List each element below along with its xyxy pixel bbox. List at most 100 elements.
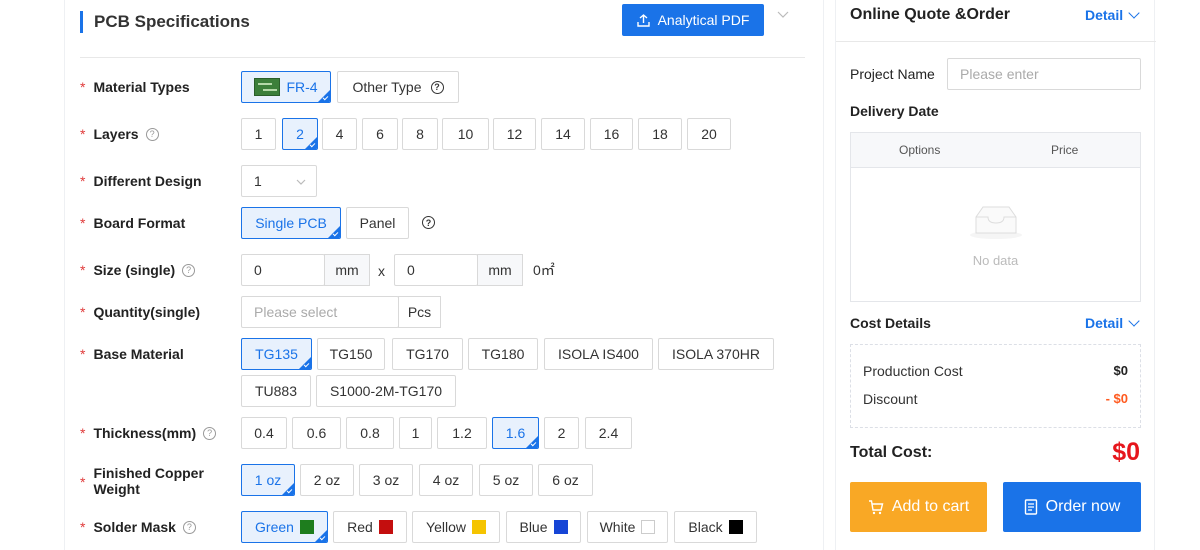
- base-option-isola-is400[interactable]: ISOLA IS400: [544, 338, 653, 370]
- layer-option-6[interactable]: 6: [362, 118, 398, 150]
- thickness-option-2-4[interactable]: 2.4: [585, 417, 632, 449]
- thickness-option-1-2[interactable]: 1.2: [437, 417, 487, 449]
- copper-option-6oz[interactable]: 6 oz: [538, 464, 593, 496]
- layer-option-18[interactable]: 18: [638, 118, 682, 150]
- design-label: * Different Design: [80, 173, 202, 189]
- base-option-tg180[interactable]: TG180: [468, 338, 538, 370]
- copper-option-2oz[interactable]: 2 oz: [300, 464, 354, 496]
- mask-option-blue[interactable]: Blue: [506, 511, 581, 543]
- thickness-label: * Thickness(mm)?: [80, 425, 217, 441]
- chevron-down-icon: [1128, 315, 1140, 327]
- thickness-option-2[interactable]: 2: [544, 417, 579, 449]
- mask-option-yellow[interactable]: Yellow: [412, 511, 500, 543]
- help-icon[interactable]: ?: [182, 263, 196, 277]
- total-cost-label: Total Cost:: [850, 444, 933, 461]
- copper-option-5oz[interactable]: 5 oz: [479, 464, 533, 496]
- size-separator: x: [378, 263, 385, 279]
- base-material-label: * Base Material: [80, 346, 184, 362]
- mask-option-label: Black: [688, 519, 723, 535]
- project-name-input[interactable]: Please enter: [947, 58, 1141, 90]
- table-header: Options Price: [851, 133, 1140, 168]
- layer-option-20[interactable]: 20: [687, 118, 731, 150]
- mask-option-black[interactable]: Black: [674, 511, 757, 543]
- quantity-select[interactable]: Please select: [241, 296, 399, 328]
- solder-mask-label: * Solder Mask?: [80, 519, 196, 535]
- layer-option-16[interactable]: 16: [590, 118, 633, 150]
- base-option-tg150[interactable]: TG150: [317, 338, 385, 370]
- base-option-isola-370hr[interactable]: ISOLA 370HR: [658, 338, 774, 370]
- order-now-label: Order now: [1045, 498, 1121, 515]
- help-icon[interactable]: ?: [145, 127, 159, 141]
- size-label: * Size (single)?: [80, 262, 196, 278]
- design-select[interactable]: 1: [241, 165, 317, 197]
- thickness-option-1-6[interactable]: 1.6: [492, 417, 539, 449]
- order-now-button[interactable]: Order now: [1003, 482, 1141, 532]
- analytical-pdf-button[interactable]: Analytical PDF: [622, 4, 764, 36]
- mask-option-green[interactable]: Green: [241, 511, 328, 543]
- layer-option-10[interactable]: 10: [442, 118, 489, 150]
- thickness-option-0-8[interactable]: 0.8: [346, 417, 394, 449]
- thickness-option-1[interactable]: 1: [399, 417, 432, 449]
- material-label: * Material Types: [80, 79, 190, 95]
- copper-option-4oz[interactable]: 4 oz: [419, 464, 473, 496]
- title-accent-bar: [80, 11, 83, 33]
- layers-label: * Layers?: [80, 126, 159, 142]
- page-title: PCB Specifications: [94, 12, 250, 31]
- format-option-single[interactable]: Single PCB: [241, 207, 341, 239]
- production-cost-label: Production Cost: [863, 363, 963, 379]
- upload-icon: [636, 13, 650, 27]
- layer-option-14[interactable]: 14: [541, 118, 585, 150]
- discount-row: Discount - $0: [863, 391, 1128, 407]
- mask-option-red[interactable]: Red: [333, 511, 407, 543]
- chevron-down-icon[interactable]: [776, 8, 790, 22]
- base-option-tg170[interactable]: TG170: [392, 338, 463, 370]
- material-option-fr4[interactable]: FR-4: [241, 71, 331, 103]
- thickness-option-0-4[interactable]: 0.4: [241, 417, 287, 449]
- layer-option-12[interactable]: 12: [493, 118, 536, 150]
- copper-option-3oz[interactable]: 3 oz: [359, 464, 413, 496]
- project-name-label: Project Name: [850, 66, 935, 82]
- mask-option-label: Yellow: [426, 519, 466, 535]
- format-label: * Board Format: [80, 215, 186, 231]
- copper-option-1oz[interactable]: 1 oz: [241, 464, 295, 496]
- base-option-tg135[interactable]: TG135: [241, 338, 312, 370]
- size-width-unit: mm: [324, 254, 370, 286]
- layer-option-2[interactable]: 2: [282, 118, 318, 150]
- delivery-date-label: Delivery Date: [850, 103, 939, 119]
- material-option-other[interactable]: Other Type ?: [337, 71, 459, 103]
- discount-label: Discount: [863, 391, 918, 407]
- mask-option-white[interactable]: White: [587, 511, 668, 543]
- size-width-input[interactable]: 0: [241, 254, 325, 286]
- mask-option-label: White: [599, 519, 636, 535]
- color-swatch: [378, 520, 393, 534]
- base-option-s1000[interactable]: S1000-2M-TG170: [316, 375, 456, 407]
- help-icon[interactable]: ?: [203, 426, 217, 440]
- col-options: Options: [899, 143, 941, 157]
- format-option-panel[interactable]: Panel: [346, 207, 409, 239]
- thickness-option-0-6[interactable]: 0.6: [292, 417, 341, 449]
- quote-panel: Online Quote &Order Detail Project Name …: [835, 0, 1156, 550]
- chevron-down-icon: [296, 179, 306, 185]
- cost-detail-link[interactable]: Detail: [1085, 315, 1140, 331]
- color-swatch: [299, 520, 314, 534]
- add-to-cart-button[interactable]: Add to cart: [850, 482, 987, 532]
- mask-option-label: Green: [255, 519, 294, 535]
- detail-label: Detail: [1085, 7, 1124, 23]
- quote-title: Online Quote &Order: [850, 6, 1011, 23]
- size-height-input[interactable]: 0: [394, 254, 478, 286]
- layer-option-1[interactable]: 1: [241, 118, 276, 150]
- no-data-text: No data: [972, 253, 1019, 268]
- layer-option-8[interactable]: 8: [402, 118, 438, 150]
- layer-option-4[interactable]: 4: [322, 118, 357, 150]
- cost-breakdown: Production Cost $0 Discount - $0: [850, 344, 1141, 428]
- help-icon[interactable]: ?: [422, 216, 435, 229]
- design-value: 1: [254, 173, 262, 189]
- help-icon[interactable]: ?: [430, 80, 444, 94]
- color-swatch: [471, 520, 486, 534]
- quote-detail-link[interactable]: Detail: [1085, 7, 1140, 23]
- color-swatch: [728, 520, 743, 534]
- mask-option-label: Blue: [519, 519, 548, 535]
- order-icon: [1024, 499, 1037, 515]
- help-icon[interactable]: ?: [182, 520, 196, 534]
- base-option-tu883[interactable]: TU883: [241, 375, 311, 407]
